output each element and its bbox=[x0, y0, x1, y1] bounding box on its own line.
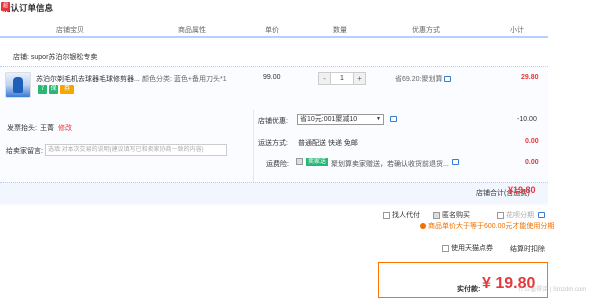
anonymous-option[interactable]: 匿名购买 bbox=[433, 210, 470, 220]
col-header-qty: 数量 bbox=[333, 27, 347, 34]
promo-method: 省69.20:聚划算 bbox=[395, 74, 452, 84]
col-header-attrs: 商品属性 bbox=[178, 27, 206, 34]
quantity-stepper: - 1 + bbox=[318, 72, 366, 85]
installment-checkbox[interactable] bbox=[497, 211, 504, 219]
installment-label: 花呗分期 bbox=[505, 212, 534, 219]
warning-icon bbox=[420, 223, 426, 230]
table-header: 店铺宝贝 商品属性 单价 数量 优惠方式 小计 bbox=[0, 22, 600, 36]
col-header-item: 店铺宝贝 bbox=[56, 27, 84, 34]
seller-gift-tag: 卖家送 bbox=[306, 158, 329, 166]
col-header-subtotal: 小计 bbox=[510, 27, 524, 34]
invoice-edit-link[interactable]: 修改 bbox=[58, 123, 72, 133]
tmall-points-option[interactable]: 使用天猫点券 bbox=[442, 243, 493, 253]
info-icon[interactable] bbox=[444, 76, 452, 83]
proxy-pay-checkbox[interactable] bbox=[383, 211, 390, 219]
qty-increase-button[interactable]: + bbox=[353, 73, 365, 84]
product-name-link[interactable]: 苏泊尔剃毛机去球器毛球修剪器... bbox=[36, 74, 140, 84]
anonymous-checkbox[interactable] bbox=[433, 211, 440, 219]
discount-info-icon[interactable] bbox=[390, 116, 397, 122]
installment-note-text: 商品单价大于等于600.00元才能使用分期 bbox=[427, 223, 555, 230]
qty-decrease-button[interactable]: - bbox=[319, 73, 331, 84]
shipping-value: 普通配送 快递 免邮 bbox=[298, 140, 358, 147]
proxy-pay-label: 找人代付 bbox=[391, 212, 420, 219]
shop-total-value: ¥19.80 bbox=[508, 185, 536, 195]
shop-discount-select[interactable]: 省10元:001聚减10 bbox=[297, 114, 384, 125]
anonymous-label: 匿名购买 bbox=[441, 212, 470, 219]
qty-input[interactable]: 1 bbox=[331, 73, 353, 84]
invoice-value: 王菁 bbox=[40, 125, 54, 132]
vertical-divider bbox=[253, 110, 254, 182]
product-spec: 颜色分类: 蓝色+备用刀头*1 bbox=[142, 76, 227, 83]
settle-note: 结算时扣除 bbox=[510, 246, 545, 253]
tmall-points-checkbox[interactable] bbox=[442, 244, 449, 252]
item-subtotal: 29.80 bbox=[521, 74, 539, 81]
insurance-tag: 卖家送 bbox=[306, 158, 329, 166]
shop-total-row: 店铺合计(含运费) ¥19.80 bbox=[0, 182, 548, 204]
coupon-icon: 券 bbox=[60, 85, 74, 94]
col-header-promo: 优惠方式 bbox=[412, 27, 440, 34]
proxy-pay-option[interactable]: 找人代付 bbox=[383, 210, 420, 220]
installment-note: 商品单价大于等于600.00元才能使用分期 bbox=[420, 221, 554, 231]
promo-text: 省69.20:聚划算 bbox=[395, 76, 443, 83]
seven-day-return-icon: 7 bbox=[38, 85, 47, 94]
checkbox-icon[interactable] bbox=[296, 158, 303, 165]
pay-label: 实付款: bbox=[457, 286, 481, 293]
header-divider bbox=[0, 36, 548, 38]
invoice-label: 发票抬头: bbox=[7, 125, 37, 132]
note-label: 给卖家留言: bbox=[6, 148, 43, 155]
shop-icon: 超 bbox=[1, 2, 10, 11]
seller-note-input[interactable]: 选填:对本次交易的说明(建议填写已和卖家协商一致的内容) bbox=[45, 144, 227, 156]
product-thumbnail[interactable] bbox=[5, 72, 31, 98]
shipping-amount: 0.00 bbox=[525, 138, 539, 145]
shop-name-link[interactable]: 店铺: supor苏泊尔银松专卖 bbox=[13, 52, 97, 62]
insurance-checkbox[interactable] bbox=[296, 158, 303, 165]
insurance-amount: 0.00 bbox=[525, 159, 539, 166]
shop-discount-value: -10.00 bbox=[517, 116, 537, 123]
watermark: 什么值得买 | Smzdm.com bbox=[518, 287, 587, 293]
tmall-points-label: 使用天猫点券 bbox=[450, 245, 493, 252]
guarantee-icon: 保 bbox=[49, 85, 58, 94]
insurance-text: 聚划算卖家赠送，若确认收货前退货... bbox=[331, 161, 449, 168]
installment-option[interactable]: 花呗分期 bbox=[497, 210, 545, 220]
shop-discount-label: 店铺优惠: bbox=[258, 118, 288, 125]
insurance-info-icon[interactable] bbox=[452, 159, 459, 165]
col-header-price: 单价 bbox=[265, 27, 279, 34]
insurance-label: 运费险: bbox=[266, 161, 289, 168]
unit-price: 99.00 bbox=[263, 74, 281, 81]
shipping-label: 运送方式: bbox=[258, 140, 288, 147]
installment-info-icon[interactable] bbox=[537, 212, 545, 219]
